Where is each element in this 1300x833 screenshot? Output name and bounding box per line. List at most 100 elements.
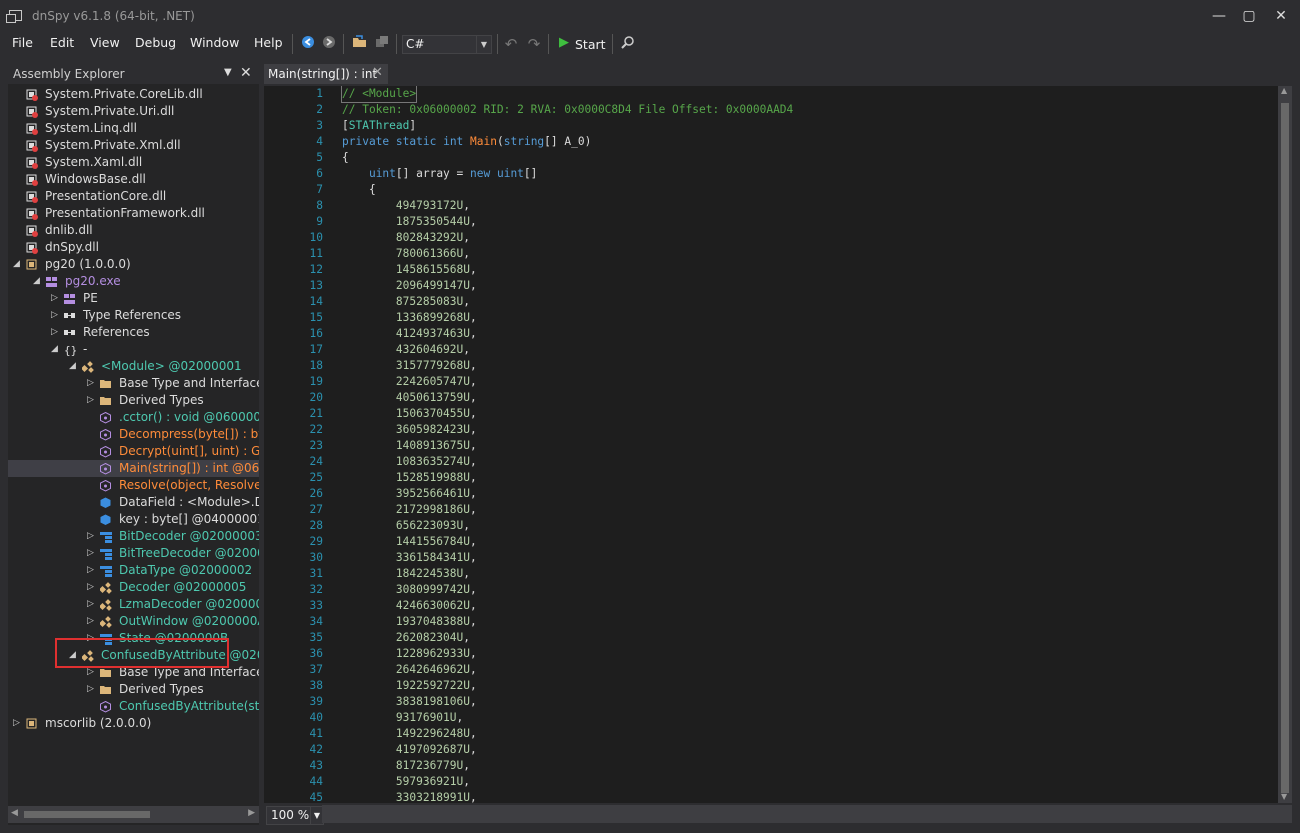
- open-folder-icon[interactable]: [351, 35, 369, 53]
- maximize-button[interactable]: ▢: [1234, 6, 1264, 26]
- collapsed-arrow-icon[interactable]: ▷: [86, 596, 95, 613]
- scroll-up-icon[interactable]: ▲: [1281, 86, 1287, 95]
- tree-item[interactable]: Decrypt(uint[], uint) : GCHandle: [8, 443, 259, 460]
- scrollbar-thumb[interactable]: [1281, 103, 1289, 793]
- tree-item[interactable]: System.Private.Uri.dll: [8, 103, 259, 120]
- code-line: 8 494793172U,: [316, 199, 470, 212]
- tree-item[interactable]: ▷ mscorlib (2.0.0.0): [8, 715, 259, 732]
- tree-item[interactable]: ▷ BitTreeDecoder @02000004: [8, 545, 259, 562]
- tree-item[interactable]: ▷ References: [8, 324, 259, 341]
- menu-window[interactable]: Window: [190, 35, 239, 50]
- tree-item[interactable]: ◢ {} -: [8, 341, 259, 358]
- tree-item-label: Derived Types: [119, 393, 204, 407]
- chevron-down-icon: ▼: [476, 36, 491, 53]
- tree-item[interactable]: ▷ LzmaDecoder @02000006: [8, 596, 259, 613]
- tree-item[interactable]: System.Xaml.dll: [8, 154, 259, 171]
- tree-item[interactable]: ▷ PE: [8, 290, 259, 307]
- code-editor[interactable]: 1// <Module> 2// Token: 0x06000002 RID: …: [264, 86, 1292, 803]
- collapsed-arrow-icon[interactable]: ▷: [86, 579, 95, 596]
- tree-item[interactable]: System.Private.Xml.dll: [8, 137, 259, 154]
- tree-item[interactable]: Decompress(byte[]) : byte[]: [8, 426, 259, 443]
- menu-edit[interactable]: Edit: [50, 35, 74, 50]
- tree-item[interactable]: .cctor() : void @06000005: [8, 409, 259, 426]
- minimize-button[interactable]: —: [1204, 6, 1234, 26]
- menu-file[interactable]: File: [12, 35, 33, 50]
- collapsed-arrow-icon[interactable]: ▷: [50, 307, 59, 324]
- language-select[interactable]: C# ▼: [402, 35, 492, 54]
- menu-debug[interactable]: Debug: [135, 35, 176, 50]
- tree-item[interactable]: WindowsBase.dll: [8, 171, 259, 188]
- tab-main[interactable]: Main(string[]) : int ✕: [264, 64, 388, 84]
- collapsed-arrow-icon[interactable]: ▷: [86, 613, 95, 630]
- tree-item[interactable]: ◢ pg20 (1.0.0.0): [8, 256, 259, 273]
- collapsed-arrow-icon[interactable]: ▷: [12, 715, 21, 732]
- tree-item[interactable]: ▷ Type References: [8, 307, 259, 324]
- tree-item[interactable]: ▷ BitDecoder @02000003: [8, 528, 259, 545]
- tree-item[interactable]: ▷ DataType @02000002: [8, 562, 259, 579]
- editor-horizontal-scrollbar[interactable]: [322, 805, 1292, 823]
- tree-item[interactable]: Resolve(object, ResolveEventArgs): [8, 477, 259, 494]
- expanded-arrow-icon[interactable]: ◢: [50, 341, 59, 358]
- back-icon[interactable]: [300, 35, 316, 53]
- tree-item[interactable]: ▷ Derived Types: [8, 392, 259, 409]
- close-icon[interactable]: ✕: [240, 65, 252, 81]
- tree-item[interactable]: key : byte[] @04000001: [8, 511, 259, 528]
- vertical-scrollbar[interactable]: ▲ ▼: [1278, 86, 1292, 803]
- tree-item-label: Decompress(byte[]) : byte[]: [119, 427, 259, 441]
- start-button[interactable]: Start: [575, 37, 606, 55]
- chevron-down-icon[interactable]: ▼: [224, 67, 232, 78]
- tree-item[interactable]: ◢ pg20.exe: [8, 273, 259, 290]
- close-icon[interactable]: ✕: [372, 65, 383, 80]
- scrollbar-thumb[interactable]: [24, 811, 150, 818]
- scroll-right-icon[interactable]: ▶: [248, 808, 255, 818]
- tree-item[interactable]: System.Linq.dll: [8, 120, 259, 137]
- collapsed-arrow-icon[interactable]: ▷: [86, 375, 95, 392]
- tree-item[interactable]: ◢ <Module> @02000001: [8, 358, 259, 375]
- tree-item[interactable]: Main(string[]) : int @06000002: [8, 460, 259, 477]
- scroll-left-icon[interactable]: ◀: [11, 808, 18, 818]
- assembly-tree[interactable]: System.Private.CoreLib.dll System.Private…: [8, 86, 259, 804]
- tree-item[interactable]: System.Private.CoreLib.dll: [8, 86, 259, 103]
- tree-item[interactable]: ▷ OutWindow @0200000A: [8, 613, 259, 630]
- tree-item[interactable]: PresentationFramework.dll: [8, 205, 259, 222]
- start-icon[interactable]: ▶: [558, 35, 570, 53]
- menu-bar: File Edit View Debug Window Help: [0, 32, 1300, 56]
- tree-item[interactable]: DataField : <Module>.DataType: [8, 494, 259, 511]
- collapsed-arrow-icon[interactable]: ▷: [86, 392, 95, 409]
- forward-icon[interactable]: [321, 35, 337, 53]
- declaration: []: [523, 167, 538, 180]
- tree-item[interactable]: dnSpy.dll: [8, 239, 259, 256]
- expanded-arrow-icon[interactable]: ◢: [32, 273, 41, 290]
- app-icon: [6, 10, 22, 23]
- expanded-arrow-icon[interactable]: ◢: [12, 256, 21, 273]
- tree-item[interactable]: ▷ Derived Types: [8, 681, 259, 698]
- tree-item[interactable]: ConfusedByAttribute(string): [8, 698, 259, 715]
- collapsed-arrow-icon[interactable]: ▷: [86, 562, 95, 579]
- scroll-down-icon[interactable]: ▼: [1281, 792, 1287, 801]
- tree-item-label: System.Xaml.dll: [45, 155, 143, 169]
- undo-icon[interactable]: ↶: [503, 35, 519, 53]
- tree-item[interactable]: ▷ Decoder @02000005: [8, 579, 259, 596]
- collapsed-arrow-icon[interactable]: ▷: [50, 324, 59, 341]
- save-all-icon[interactable]: [373, 35, 391, 53]
- search-icon[interactable]: [620, 35, 636, 53]
- tree-item[interactable]: dnlib.dll: [8, 222, 259, 239]
- redo-icon[interactable]: ↷: [526, 35, 542, 53]
- menu-view[interactable]: View: [90, 35, 120, 50]
- expanded-arrow-icon[interactable]: ◢: [68, 358, 77, 375]
- tree-item-label: System.Linq.dll: [45, 121, 137, 135]
- code-line: 30 3361584341U,: [309, 551, 477, 564]
- zoom-select[interactable]: 100 % ▼: [266, 806, 324, 825]
- dll-icon: [26, 123, 38, 135]
- collapsed-arrow-icon[interactable]: ▷: [50, 290, 59, 307]
- tree-item[interactable]: ▷ Base Type and Interfaces: [8, 375, 259, 392]
- menu-help[interactable]: Help: [254, 35, 283, 50]
- collapsed-arrow-icon[interactable]: ▷: [86, 681, 95, 698]
- collapsed-arrow-icon[interactable]: ▷: [86, 545, 95, 562]
- close-button[interactable]: ✕: [1266, 6, 1296, 26]
- collapsed-arrow-icon[interactable]: ▷: [86, 528, 95, 545]
- array-value: 184224538U: [395, 567, 464, 580]
- dll-icon: [26, 140, 38, 152]
- tree-item[interactable]: PresentationCore.dll: [8, 188, 259, 205]
- horizontal-scrollbar[interactable]: ◀ ▶: [8, 806, 259, 823]
